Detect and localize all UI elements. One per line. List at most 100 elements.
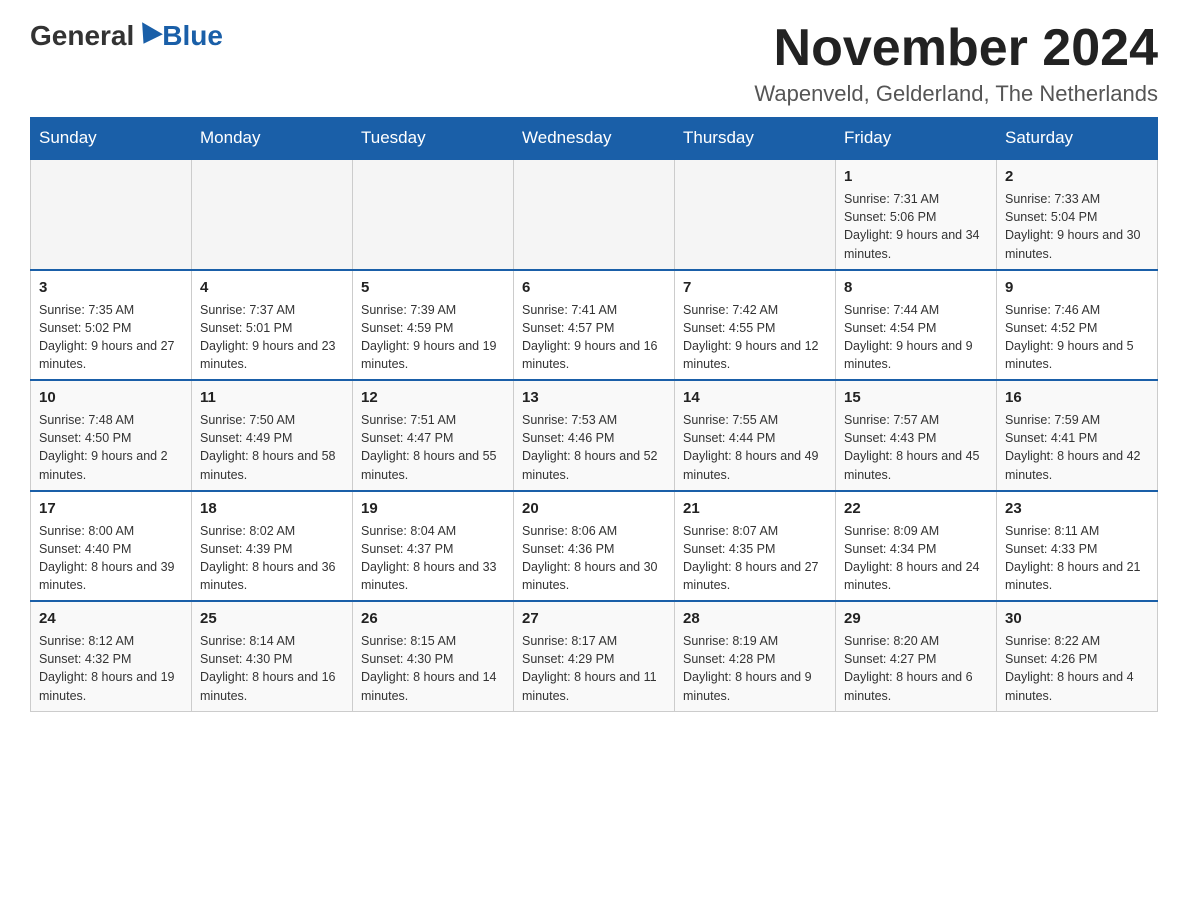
location-subtitle: Wapenveld, Gelderland, The Netherlands — [754, 81, 1158, 107]
calendar-cell: 29Sunrise: 8:20 AMSunset: 4:27 PMDayligh… — [836, 601, 997, 711]
day-info: Sunrise: 7:41 AMSunset: 4:57 PMDaylight:… — [522, 301, 666, 374]
day-info: Sunrise: 7:57 AMSunset: 4:43 PMDaylight:… — [844, 411, 988, 484]
day-number: 11 — [200, 387, 344, 408]
day-info: Sunrise: 7:37 AMSunset: 5:01 PMDaylight:… — [200, 301, 344, 374]
calendar-title: November 2024 — [754, 20, 1158, 77]
day-number: 28 — [683, 608, 827, 629]
calendar-cell: 12 Sunrise: 7:51 AMSunset: 4:47 PMDayligh… — [353, 380, 514, 491]
calendar-cell: 30 Sunrise: 8:22 AMSunset: 4:26 PMDayligh… — [997, 601, 1158, 711]
calendar-cell: 20 Sunrise: 8:06 AMSunset: 4:36 PMDayligh… — [514, 491, 675, 602]
day-number: 10 — [39, 387, 183, 408]
calendar-cell: 11 Sunrise: 7:50 AMSunset: 4:49 PMDayligh… — [192, 380, 353, 491]
day-number: 6 — [522, 277, 666, 298]
day-info: Sunrise: 7:31 AMSunset: 5:06 PMDaylight:… — [844, 190, 988, 263]
day-info: Sunrise: 7:46 AMSunset: 4:52 PMDaylight:… — [1005, 301, 1149, 374]
day-number: 1 — [844, 166, 988, 187]
day-info: Sunrise: 7:50 AMSunset: 4:49 PMDaylight:… — [200, 411, 344, 484]
calendar-header-row: SundayMondayTuesdayWednesdayThursdayFrid… — [31, 118, 1158, 160]
day-info: Sunrise: 8:07 AMSunset: 4:35 PMDaylight:… — [683, 522, 827, 595]
day-number: 27 — [522, 608, 666, 629]
calendar-week-row: 17 Sunrise: 8:00 AMSunset: 4:40 PMDayligh… — [31, 491, 1158, 602]
day-number: 13 — [522, 387, 666, 408]
calendar-week-row: 10 Sunrise: 7:48 AMSunset: 4:50 PMDayligh… — [31, 380, 1158, 491]
calendar-cell: 18 Sunrise: 8:02 AMSunset: 4:39 PMDayligh… — [192, 491, 353, 602]
calendar-cell: 24Sunrise: 8:12 AMSunset: 4:32 PMDayligh… — [31, 601, 192, 711]
calendar-cell — [31, 159, 192, 270]
logo-blue-text: Blue — [162, 20, 223, 52]
day-number: 8 — [844, 277, 988, 298]
day-number: 2 — [1005, 166, 1149, 187]
day-number: 4 — [200, 277, 344, 298]
day-info: Sunrise: 7:33 AMSunset: 5:04 PMDaylight:… — [1005, 190, 1149, 263]
day-number: 25 — [200, 608, 344, 629]
day-of-week-header: Wednesday — [514, 118, 675, 160]
day-info: Sunrise: 8:15 AMSunset: 4:30 PMDaylight:… — [361, 632, 505, 705]
day-number: 29 — [844, 608, 988, 629]
day-number: 7 — [683, 277, 827, 298]
day-info: Sunrise: 8:09 AMSunset: 4:34 PMDaylight:… — [844, 522, 988, 595]
calendar-cell: 16Sunrise: 7:59 AMSunset: 4:41 PMDayligh… — [997, 380, 1158, 491]
calendar-cell: 4 Sunrise: 7:37 AMSunset: 5:01 PMDaylight… — [192, 270, 353, 381]
calendar-cell: 19Sunrise: 8:04 AMSunset: 4:37 PMDayligh… — [353, 491, 514, 602]
calendar-cell: 13 Sunrise: 7:53 AMSunset: 4:46 PMDayligh… — [514, 380, 675, 491]
day-info: Sunrise: 7:53 AMSunset: 4:46 PMDaylight:… — [522, 411, 666, 484]
day-number: 20 — [522, 498, 666, 519]
day-number: 23 — [1005, 498, 1149, 519]
calendar-cell — [675, 159, 836, 270]
day-number: 12 — [361, 387, 505, 408]
calendar-cell: 21 Sunrise: 8:07 AMSunset: 4:35 PMDayligh… — [675, 491, 836, 602]
day-info: Sunrise: 8:02 AMSunset: 4:39 PMDaylight:… — [200, 522, 344, 595]
day-number: 22 — [844, 498, 988, 519]
day-number: 3 — [39, 277, 183, 298]
calendar-cell: 1 Sunrise: 7:31 AMSunset: 5:06 PMDaylight… — [836, 159, 997, 270]
day-of-week-header: Sunday — [31, 118, 192, 160]
calendar-cell — [514, 159, 675, 270]
calendar-cell: 14Sunrise: 7:55 AMSunset: 4:44 PMDayligh… — [675, 380, 836, 491]
calendar-cell: 9 Sunrise: 7:46 AMSunset: 4:52 PMDaylight… — [997, 270, 1158, 381]
day-info: Sunrise: 7:59 AMSunset: 4:41 PMDaylight:… — [1005, 411, 1149, 484]
calendar-week-row: 3Sunrise: 7:35 AMSunset: 5:02 PMDaylight… — [31, 270, 1158, 381]
day-info: Sunrise: 8:00 AMSunset: 4:40 PMDaylight:… — [39, 522, 183, 595]
day-number: 21 — [683, 498, 827, 519]
calendar-cell: 23 Sunrise: 8:11 AMSunset: 4:33 PMDayligh… — [997, 491, 1158, 602]
calendar-week-row: 1 Sunrise: 7:31 AMSunset: 5:06 PMDaylight… — [31, 159, 1158, 270]
day-number: 9 — [1005, 277, 1149, 298]
day-info: Sunrise: 7:51 AMSunset: 4:47 PMDaylight:… — [361, 411, 505, 484]
day-info: Sunrise: 7:44 AMSunset: 4:54 PMDaylight:… — [844, 301, 988, 374]
day-number: 26 — [361, 608, 505, 629]
calendar-cell: 15 Sunrise: 7:57 AMSunset: 4:43 PMDayligh… — [836, 380, 997, 491]
calendar-cell: 28Sunrise: 8:19 AMSunset: 4:28 PMDayligh… — [675, 601, 836, 711]
day-number: 30 — [1005, 608, 1149, 629]
calendar-cell — [192, 159, 353, 270]
calendar-cell: 26 Sunrise: 8:15 AMSunset: 4:30 PMDayligh… — [353, 601, 514, 711]
page-header: General Blue November 2024 Wapenveld, Ge… — [30, 20, 1158, 107]
day-of-week-header: Friday — [836, 118, 997, 160]
calendar-table: SundayMondayTuesdayWednesdayThursdayFrid… — [30, 117, 1158, 712]
calendar-cell — [353, 159, 514, 270]
day-info: Sunrise: 7:55 AMSunset: 4:44 PMDaylight:… — [683, 411, 827, 484]
day-info: Sunrise: 7:39 AMSunset: 4:59 PMDaylight:… — [361, 301, 505, 374]
day-of-week-header: Tuesday — [353, 118, 514, 160]
day-info: Sunrise: 7:48 AMSunset: 4:50 PMDaylight:… — [39, 411, 183, 484]
logo-general-text: General — [30, 20, 134, 52]
calendar-cell: 25 Sunrise: 8:14 AMSunset: 4:30 PMDayligh… — [192, 601, 353, 711]
calendar-cell: 27Sunrise: 8:17 AMSunset: 4:29 PMDayligh… — [514, 601, 675, 711]
logo-triangle-icon — [133, 22, 163, 50]
day-number: 18 — [200, 498, 344, 519]
calendar-cell: 5Sunrise: 7:39 AMSunset: 4:59 PMDaylight… — [353, 270, 514, 381]
calendar-cell: 22 Sunrise: 8:09 AMSunset: 4:34 PMDayligh… — [836, 491, 997, 602]
calendar-cell: 10 Sunrise: 7:48 AMSunset: 4:50 PMDayligh… — [31, 380, 192, 491]
calendar-cell: 3Sunrise: 7:35 AMSunset: 5:02 PMDaylight… — [31, 270, 192, 381]
calendar-cell: 2 Sunrise: 7:33 AMSunset: 5:04 PMDaylight… — [997, 159, 1158, 270]
day-info: Sunrise: 8:06 AMSunset: 4:36 PMDaylight:… — [522, 522, 666, 595]
day-number: 17 — [39, 498, 183, 519]
day-info: Sunrise: 7:42 AMSunset: 4:55 PMDaylight:… — [683, 301, 827, 374]
calendar-cell: 7 Sunrise: 7:42 AMSunset: 4:55 PMDaylight… — [675, 270, 836, 381]
day-info: Sunrise: 8:14 AMSunset: 4:30 PMDaylight:… — [200, 632, 344, 705]
day-of-week-header: Monday — [192, 118, 353, 160]
day-info: Sunrise: 8:11 AMSunset: 4:33 PMDaylight:… — [1005, 522, 1149, 595]
title-area: November 2024 Wapenveld, Gelderland, The… — [754, 20, 1158, 107]
day-number: 15 — [844, 387, 988, 408]
calendar-week-row: 24Sunrise: 8:12 AMSunset: 4:32 PMDayligh… — [31, 601, 1158, 711]
day-info: Sunrise: 8:22 AMSunset: 4:26 PMDaylight:… — [1005, 632, 1149, 705]
